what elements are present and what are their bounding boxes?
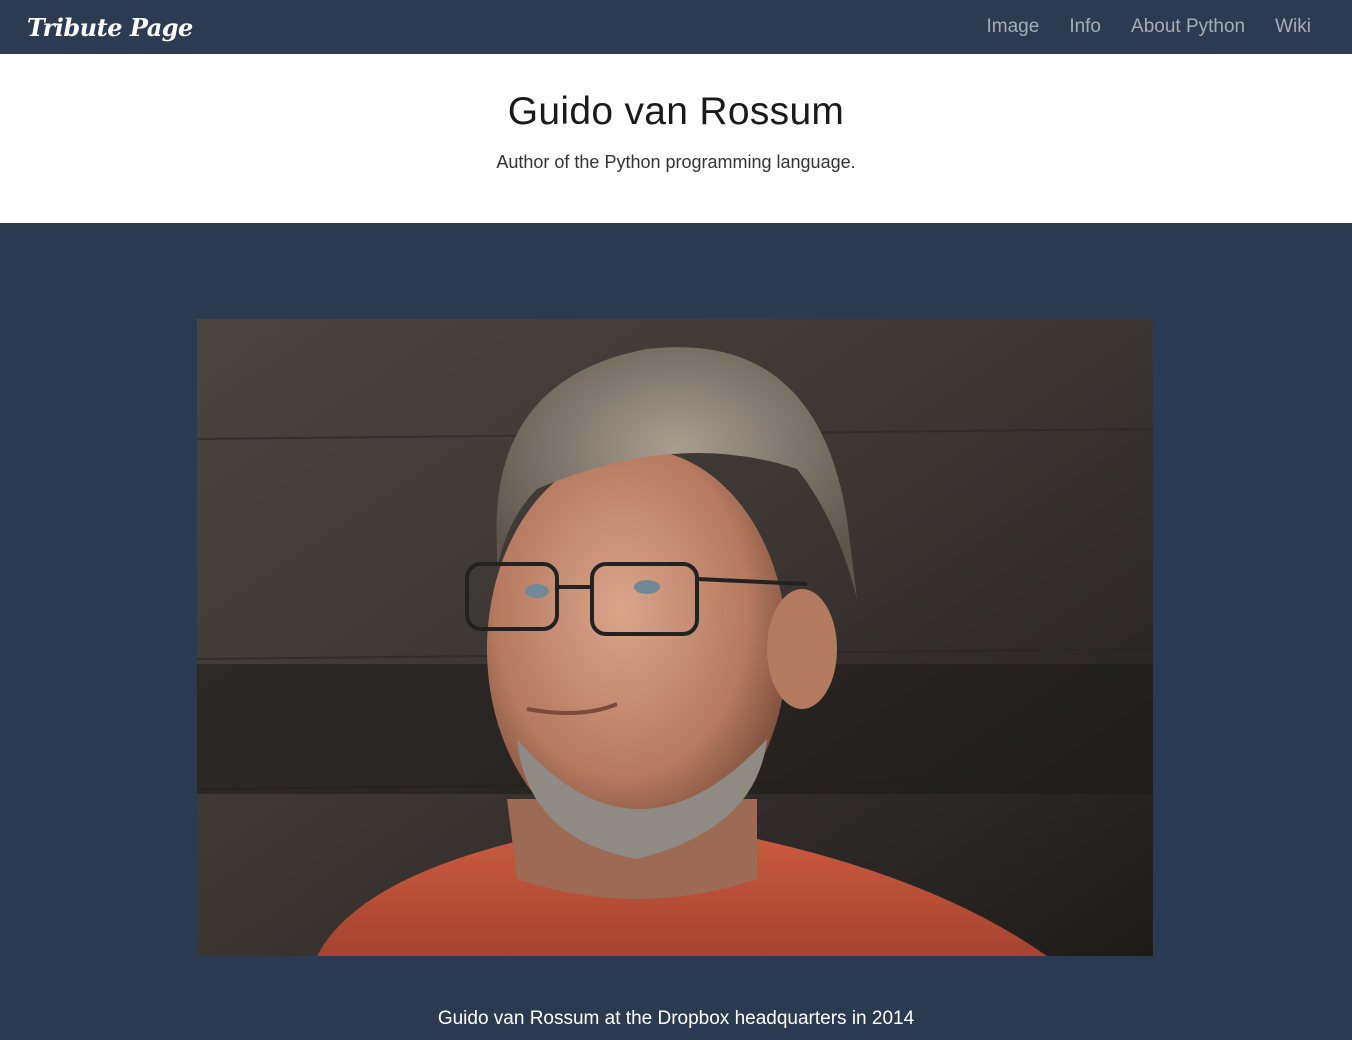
page-title: Guido van Rossum (507, 90, 845, 133)
brand-logo-link[interactable]: Tribute Page (27, 13, 193, 42)
image-section: Guido van Rossum at the Dropbox headquar… (0, 223, 1352, 1040)
portrait-photo (197, 319, 1153, 956)
nav-link-about-python[interactable]: About Python (1116, 16, 1260, 38)
page-header: Guido van Rossum Author of the Python pr… (0, 54, 1352, 223)
nav-link-image[interactable]: Image (972, 16, 1055, 38)
nav-link-wiki[interactable]: Wiki (1260, 16, 1326, 38)
photo-caption: Guido van Rossum at the Dropbox headquar… (437, 1008, 915, 1029)
nav-links: Image Info About Python Wiki (972, 16, 1327, 38)
nav-link-info[interactable]: Info (1054, 16, 1116, 38)
navbar: Tribute Page Image Info About Python Wik… (0, 0, 1352, 54)
page-subtitle: Author of the Python programming languag… (496, 152, 856, 172)
